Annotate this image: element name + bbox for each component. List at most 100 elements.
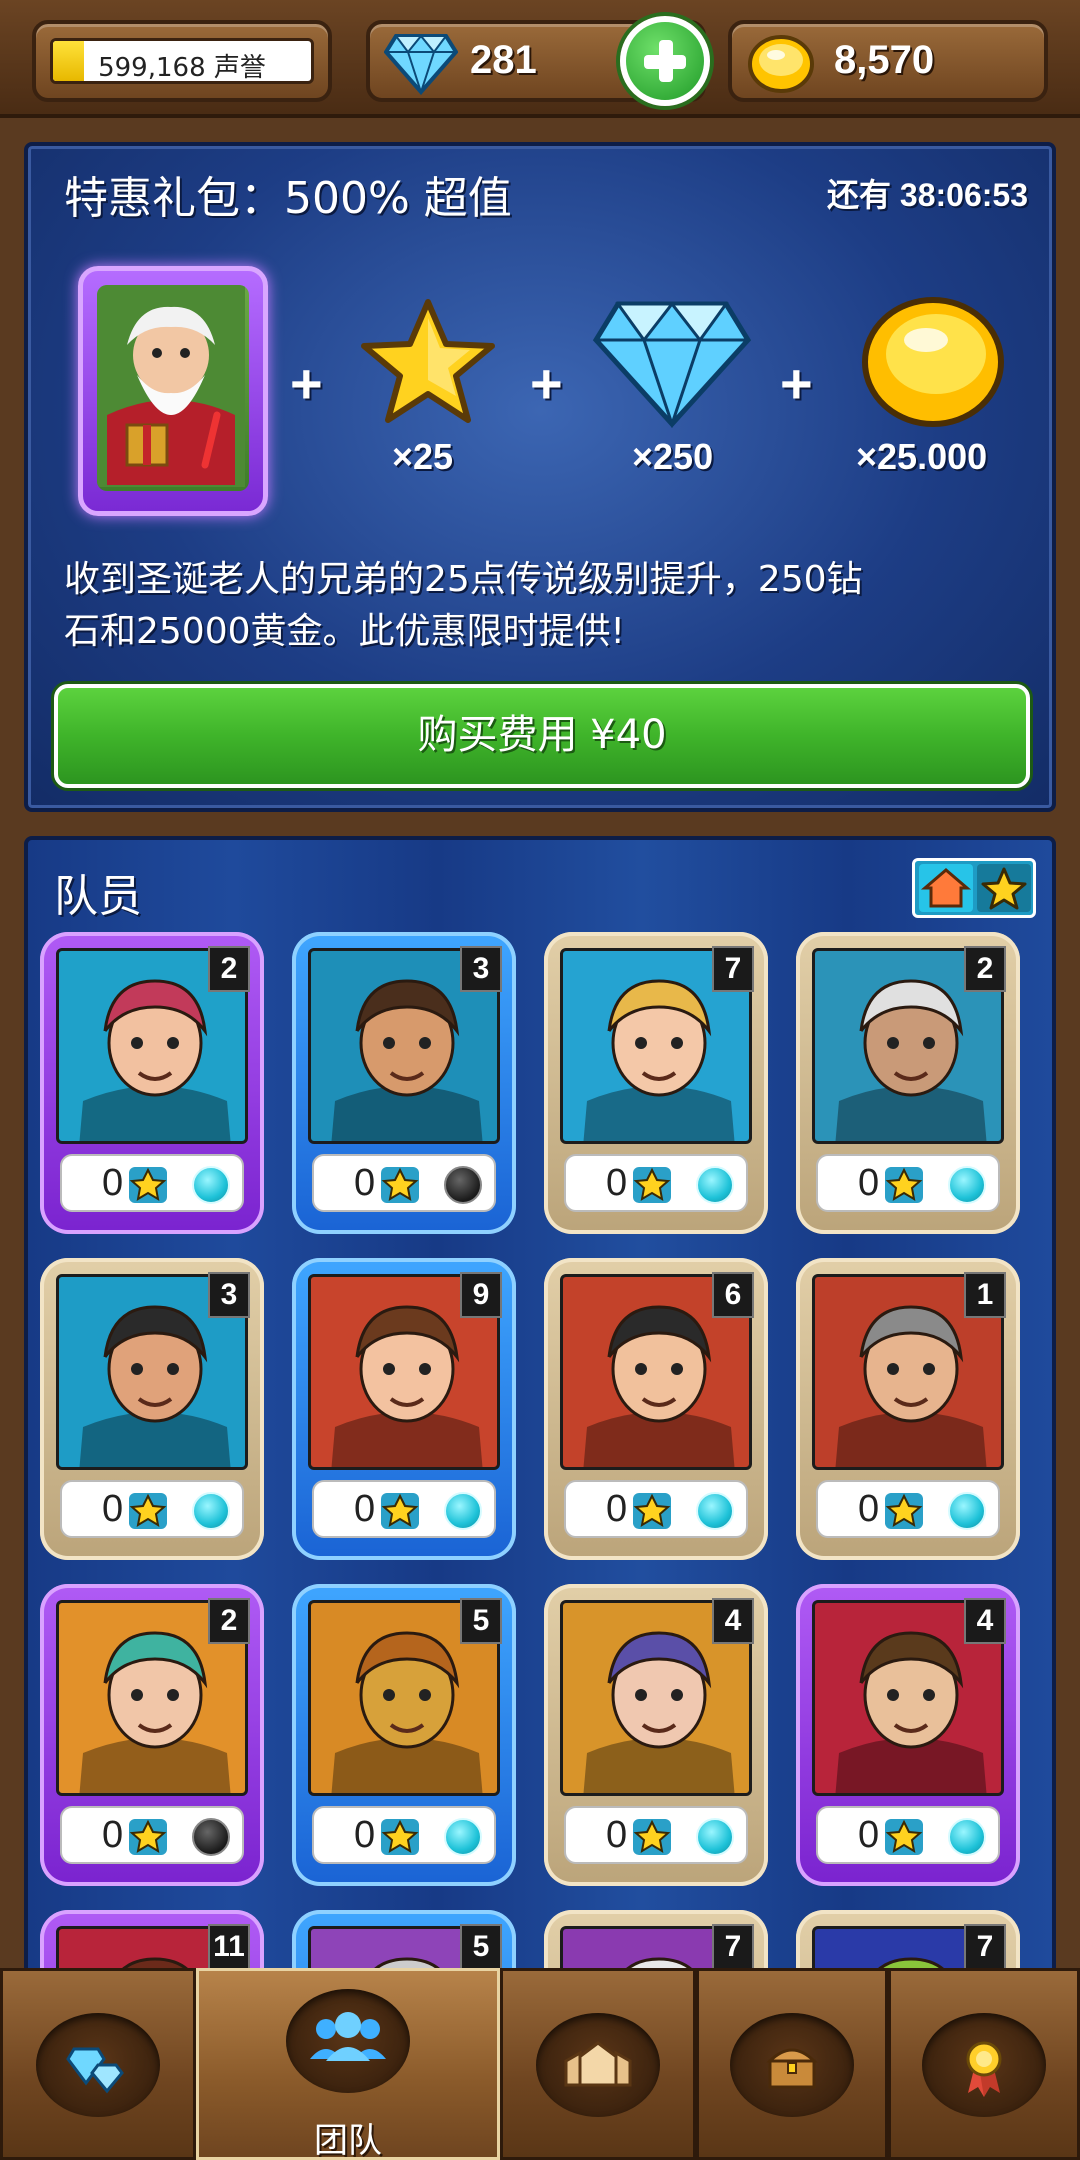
add-gems-button[interactable] [620, 16, 710, 106]
team-member-card[interactable]: 40 [544, 1584, 768, 1886]
nav-tab-shop[interactable] [0, 1968, 196, 2160]
member-orb-indicator [696, 1492, 734, 1530]
team-member-card[interactable]: 70 [544, 932, 768, 1234]
member-stats-bar: 0 [60, 1480, 244, 1538]
team-member-card[interactable]: 20 [40, 932, 264, 1234]
reputation-bar: 599,168 声誉 [50, 38, 314, 84]
buy-offer-button[interactable]: 购买费用 ¥40 [54, 684, 1030, 788]
star-icon [129, 1819, 167, 1855]
gold-coin-icon [748, 35, 814, 93]
team-member-card[interactable]: 10 [796, 1258, 1020, 1560]
team-member-card[interactable]: 20 [40, 1584, 264, 1886]
team-member-card[interactable]: 60 [544, 1258, 768, 1560]
member-star-count: 0 [858, 1488, 880, 1530]
star-icon [381, 1493, 419, 1529]
member-stats-bar: 0 [60, 1154, 244, 1212]
member-level-badge: 7 [964, 1924, 1006, 1970]
team-member-card[interactable]: 50 [292, 1584, 516, 1886]
member-star-count: 0 [606, 1162, 628, 1204]
member-orb-indicator [696, 1818, 734, 1856]
plus-sign: + [780, 352, 813, 415]
sort-by-building-button[interactable] [919, 864, 973, 912]
member-orb-indicator [444, 1818, 482, 1856]
gold-value: 8,570 [834, 38, 935, 82]
gold-coin-icon [862, 297, 1004, 427]
member-star-count: 0 [606, 1488, 628, 1530]
member-orb-indicator [444, 1166, 482, 1204]
member-level-badge: 6 [712, 1272, 754, 1318]
nav-tab-label: 团队 [314, 2121, 382, 2160]
member-stats-bar: 0 [816, 1480, 1000, 1538]
member-stats-bar: 0 [312, 1154, 496, 1212]
nav-tab-buildings[interactable] [500, 1968, 696, 2160]
santa-brother-card[interactable] [78, 266, 268, 516]
member-level-badge: 4 [712, 1598, 754, 1644]
team-members-panel: 队员 203070203090601020504040110507070 [24, 836, 1056, 2006]
team-member-card[interactable]: 20 [796, 932, 1020, 1234]
reward-gold-amount: ×25.000 [856, 436, 988, 477]
nav-tab-treasure[interactable] [696, 1968, 888, 2160]
member-level-badge: 3 [208, 1272, 250, 1318]
member-star-count: 0 [354, 1162, 376, 1204]
team-member-card[interactable]: 30 [40, 1258, 264, 1560]
star-icon [361, 299, 495, 423]
member-stats-bar: 0 [564, 1154, 748, 1212]
reward-gems-amount: ×250 [632, 436, 714, 477]
team-member-card[interactable]: 30 [292, 932, 516, 1234]
member-orb-indicator [948, 1492, 986, 1530]
member-orb-indicator [192, 1818, 230, 1856]
star-icon [885, 1493, 923, 1529]
offer-title: 特惠礼包：500% 超值 [64, 173, 512, 224]
reputation-meter: 599,168 声誉 [32, 20, 332, 102]
member-orb-indicator [192, 1166, 230, 1204]
star-icon [885, 1819, 923, 1855]
nav-tab-team[interactable]: 团队 [196, 1968, 500, 2160]
star-icon [633, 1819, 671, 1855]
team-icon [310, 2012, 386, 2061]
nav-icon-well [286, 1989, 410, 2093]
offer-description-line: 石和25000黄金。此优惠限时提供! [64, 611, 625, 652]
offer-description-line: 收到圣诞老人的兄弟的25点传说级别提升，250钻 [64, 559, 863, 600]
sort-by-star-button[interactable] [977, 864, 1031, 912]
member-stats-bar: 0 [60, 1806, 244, 1864]
nav-tab-achievements[interactable] [888, 1968, 1080, 2160]
plus-sign: + [290, 352, 323, 415]
offer-description: 收到圣诞老人的兄弟的25点传说级别提升，250钻 石和25000黄金。此优惠限时… [64, 554, 1024, 658]
member-orb-indicator [192, 1492, 230, 1530]
reward-star [358, 296, 498, 430]
member-level-badge: 5 [460, 1924, 502, 1970]
buildings-icon [564, 2041, 632, 2087]
member-level-badge: 4 [964, 1598, 1006, 1644]
gold-counter[interactable]: 8,570 [728, 20, 1048, 102]
sort-toggle[interactable] [912, 858, 1036, 918]
special-offer-panel: 特惠礼包：500% 超值 还有 38:06:53 + + + ×25 ×250 … [24, 142, 1056, 812]
member-stats-bar: 0 [564, 1480, 748, 1538]
member-level-badge: 7 [712, 1924, 754, 1970]
member-orb-indicator [948, 1818, 986, 1856]
reward-gold [858, 292, 1008, 436]
reward-star-amount: ×25 [392, 436, 454, 477]
member-stats-bar: 0 [312, 1480, 496, 1538]
team-member-card[interactable]: 90 [292, 1258, 516, 1560]
member-orb-indicator [696, 1166, 734, 1204]
member-star-count: 0 [858, 1814, 880, 1856]
member-level-badge: 2 [964, 946, 1006, 992]
offer-timer: 还有 38:06:53 [827, 177, 1028, 213]
member-star-count: 0 [354, 1488, 376, 1530]
member-level-badge: 7 [712, 946, 754, 992]
member-stats-bar: 0 [816, 1806, 1000, 1864]
bottom-navigation: 团队 [0, 1968, 1080, 2160]
member-star-count: 0 [102, 1814, 124, 1856]
treasure-chest-icon [766, 2048, 818, 2089]
member-level-badge: 3 [460, 946, 502, 992]
star-icon [129, 1493, 167, 1529]
member-level-badge: 2 [208, 946, 250, 992]
team-member-card[interactable]: 40 [796, 1584, 1020, 1886]
member-star-count: 0 [102, 1488, 124, 1530]
gems-shop-icon [66, 2047, 124, 2094]
gems-value: 281 [470, 38, 537, 82]
nav-icon-well [730, 2013, 854, 2117]
star-icon [885, 1167, 923, 1203]
star-icon [633, 1493, 671, 1529]
member-level-badge: 5 [460, 1598, 502, 1644]
